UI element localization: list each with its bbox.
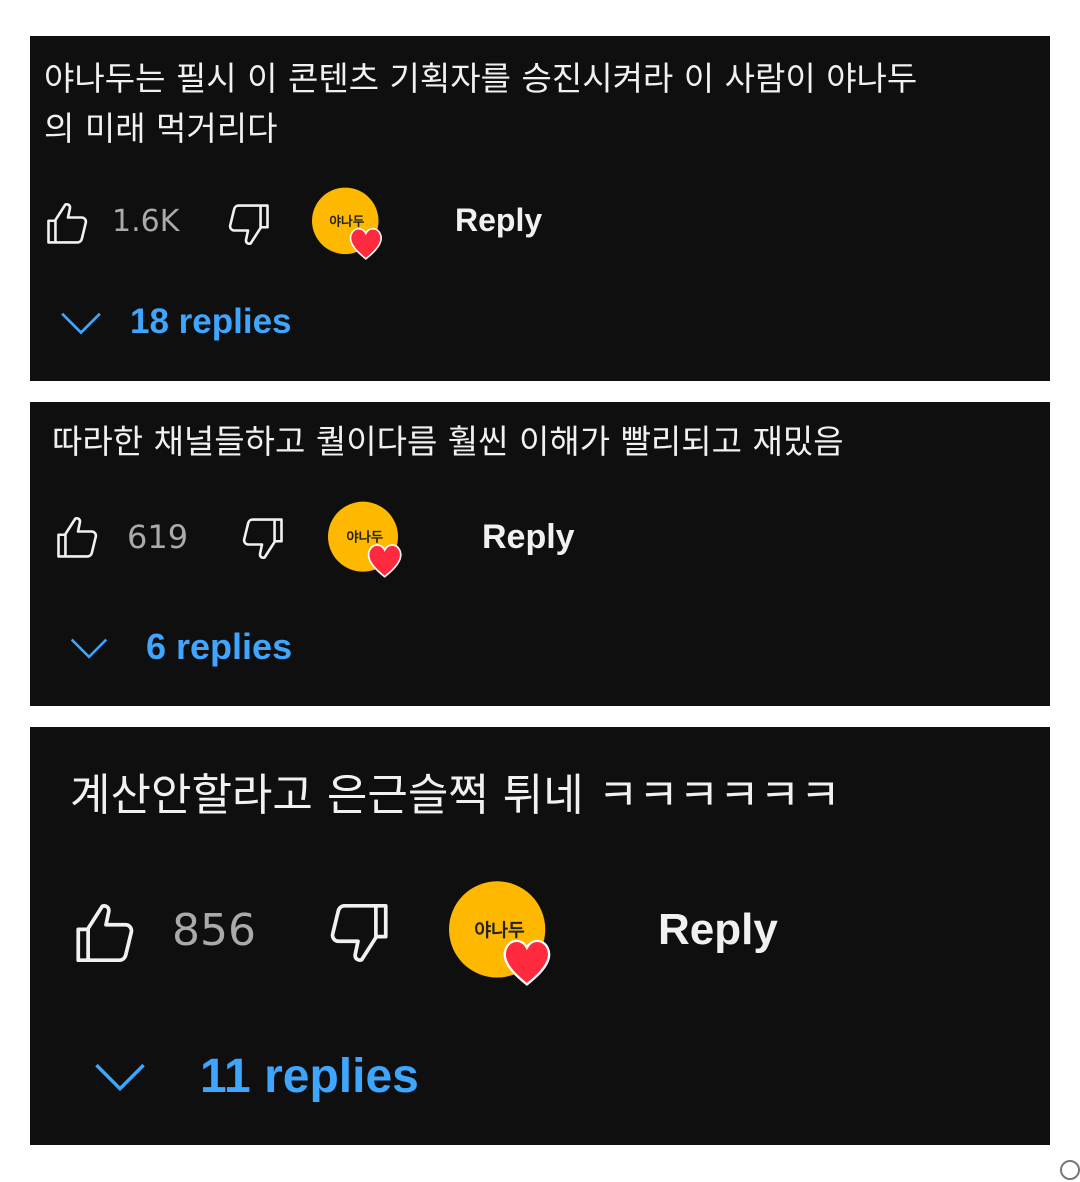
reply-button[interactable]: Reply: [455, 202, 542, 239]
creator-heart-avatar: 야나두: [310, 186, 390, 262]
chevron-down-icon[interactable]: [70, 638, 108, 660]
thumbs-up-icon[interactable]: [40, 198, 96, 250]
like-count: 619: [127, 518, 189, 556]
thumbs-down-icon[interactable]: [234, 512, 290, 564]
replies-toggle[interactable]: 6 replies: [146, 626, 292, 668]
avatar-text: 야나두: [329, 214, 364, 229]
comment-card: 따라한 채널들하고 퀄이다름 훨씬 이해가 빨리되고 재밌음 619 야나두 R…: [30, 402, 1050, 706]
creator-heart-avatar: 야나두: [446, 879, 562, 989]
like-count: 1.6K: [112, 204, 180, 239]
comment-actions: 1.6K 야나두 Reply 18 replies: [30, 36, 1050, 381]
avatar-text: 야나두: [474, 920, 525, 941]
reply-button[interactable]: Reply: [482, 518, 575, 557]
thumbs-up-icon[interactable]: [66, 897, 146, 971]
chevron-down-icon[interactable]: [92, 1063, 148, 1093]
creator-heart-avatar: 야나두: [326, 500, 410, 580]
chevron-down-icon[interactable]: [60, 312, 102, 336]
avatar-text: 야나두: [346, 529, 383, 546]
comment-card: 계산안할라고 은근슬쩍 튀네 ㅋㅋㅋㅋㅋㅋ 856 야나두 Reply 11 r…: [30, 727, 1050, 1145]
replies-toggle[interactable]: 18 replies: [130, 302, 292, 342]
comment-card: 야나두는 필시 이 콘텐츠 기획자를 승진시켜라 이 사람이 야나두 의 미래 …: [30, 36, 1050, 381]
comment-actions: 619 야나두 Reply 6 replies: [30, 402, 1050, 706]
comment-actions: 856 야나두 Reply 11 replies: [30, 727, 1050, 1145]
corner-fragment: [1060, 1160, 1080, 1180]
thumbs-down-icon[interactable]: [220, 198, 276, 250]
thumbs-up-icon[interactable]: [50, 512, 106, 564]
thumbs-down-icon[interactable]: [318, 895, 398, 969]
reply-button[interactable]: Reply: [658, 905, 778, 955]
replies-toggle[interactable]: 11 replies: [200, 1049, 419, 1104]
like-count: 856: [172, 905, 256, 956]
